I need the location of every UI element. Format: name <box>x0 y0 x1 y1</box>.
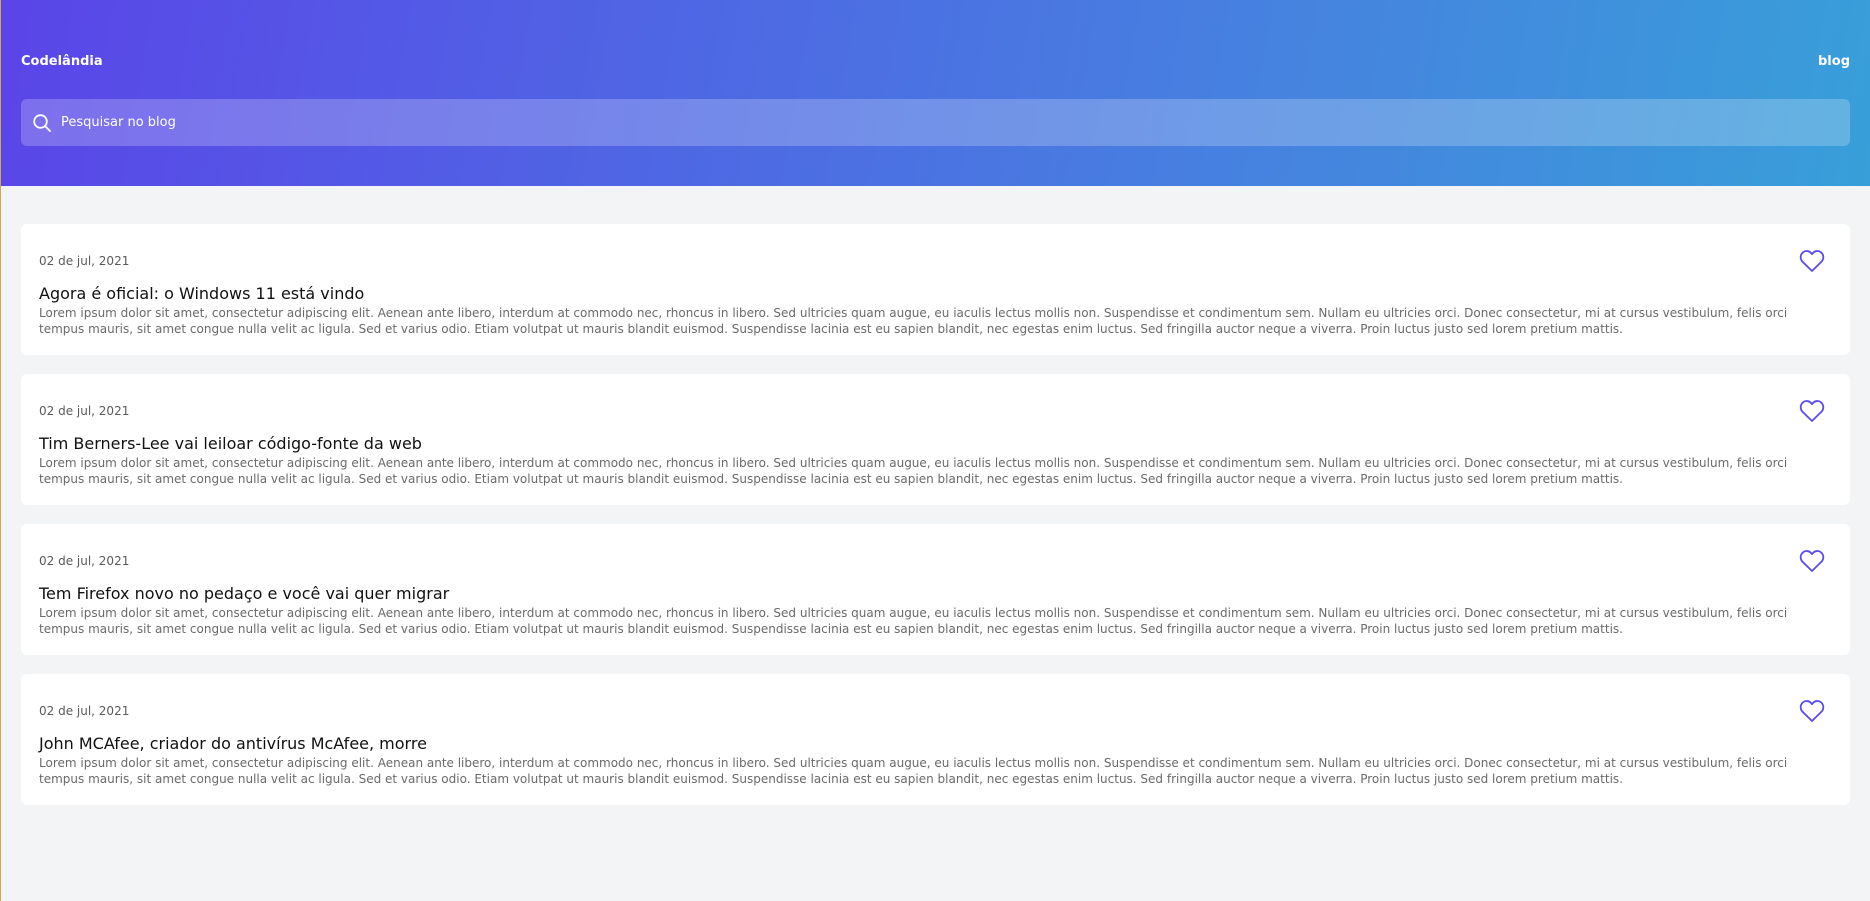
post-list: 02 de jul, 2021 Agora é oficial: o Windo… <box>1 186 1870 805</box>
post-excerpt: Lorem ipsum dolor sit amet, consectetur … <box>39 306 1788 336</box>
post-excerpt: Lorem ipsum dolor sit amet, consectetur … <box>39 606 1788 636</box>
post-excerpt: Lorem ipsum dolor sit amet, consectetur … <box>39 756 1788 786</box>
post-title[interactable]: John MCAfee, criador do antivírus McAfee… <box>39 734 1792 754</box>
search-bar[interactable] <box>21 99 1850 146</box>
post-date: 02 de jul, 2021 <box>39 254 130 268</box>
search-icon <box>32 113 52 133</box>
heart-icon[interactable] <box>1799 699 1825 723</box>
post-card[interactable]: 02 de jul, 2021 Agora é oficial: o Windo… <box>21 224 1850 355</box>
post-excerpt: Lorem ipsum dolor sit amet, consectetur … <box>39 456 1788 486</box>
post-title[interactable]: Tem Firefox novo no pedaço e você vai qu… <box>39 584 1792 604</box>
search-input[interactable] <box>61 115 1850 130</box>
post-date: 02 de jul, 2021 <box>39 704 130 718</box>
nav-link-blog[interactable]: blog <box>1818 54 1850 69</box>
heart-icon[interactable] <box>1799 399 1825 423</box>
heart-icon[interactable] <box>1799 549 1825 573</box>
post-card[interactable]: 02 de jul, 2021 Tem Firefox novo no peda… <box>21 524 1850 655</box>
post-card[interactable]: 02 de jul, 2021 Tim Berners-Lee vai leil… <box>21 374 1850 505</box>
post-date: 02 de jul, 2021 <box>39 404 130 418</box>
page-header: Codelândia blog <box>1 0 1870 186</box>
post-card[interactable]: 02 de jul, 2021 John MCAfee, criador do … <box>21 674 1850 805</box>
post-date: 02 de jul, 2021 <box>39 554 130 568</box>
heart-icon[interactable] <box>1799 249 1825 273</box>
site-logo[interactable]: Codelândia <box>21 54 103 69</box>
post-title[interactable]: Agora é oficial: o Windows 11 está vindo <box>39 284 1792 304</box>
post-title[interactable]: Tim Berners-Lee vai leiloar código-fonte… <box>39 434 1792 454</box>
